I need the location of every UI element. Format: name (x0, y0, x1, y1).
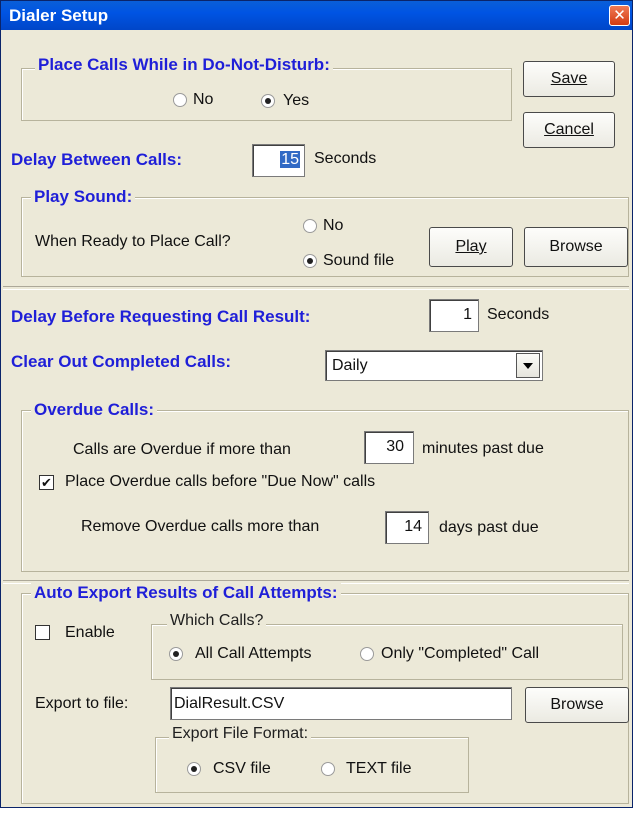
dnd-yes-label[interactable]: Yes (283, 92, 309, 110)
enable-label[interactable]: Enable (65, 624, 115, 642)
delay-calls-value: 15 (280, 151, 300, 168)
sound-file-label[interactable]: Sound file (323, 252, 394, 270)
dialer-setup-window: Dialer Setup ✕ Place Calls While in Do-N… (0, 0, 633, 808)
text-label[interactable]: TEXT file (346, 760, 412, 778)
which-calls-legend: Which Calls? (167, 612, 267, 630)
export-file-value: DialResult.CSV (174, 695, 285, 712)
overdue-group (21, 410, 629, 572)
play-sound-prompt: When Ready to Place Call? (35, 233, 231, 250)
auto-export-legend: Auto Export Results of Call Attempts: (31, 583, 341, 603)
place-before-label[interactable]: Place Overdue calls before "Due Now" cal… (65, 473, 375, 491)
chevron-down-icon[interactable] (516, 353, 540, 378)
sound-file-radio[interactable] (303, 254, 317, 268)
text-radio[interactable] (321, 762, 335, 776)
sound-no-label[interactable]: No (323, 217, 343, 235)
delay-result-unit: Seconds (487, 306, 550, 323)
clear-out-selected: Daily (332, 357, 368, 374)
sound-no-radio[interactable] (303, 219, 317, 233)
csv-label[interactable]: CSV file (213, 760, 271, 778)
dnd-legend: Place Calls While in Do-Not-Disturb: (35, 55, 333, 75)
remove-days-input[interactable]: 14 (385, 511, 429, 544)
export-browse-button[interactable]: Browse (525, 687, 629, 723)
cancel-button[interactable]: Cancel (523, 112, 615, 148)
save-button-label: Save (550, 70, 588, 87)
remove-suffix: days past due (439, 519, 539, 536)
remove-days-value: 14 (404, 518, 422, 535)
export-format-group (155, 737, 469, 793)
place-before-checkbox[interactable]: ✔ (39, 475, 54, 490)
all-calls-label[interactable]: All Call Attempts (195, 645, 311, 663)
delay-calls-label: Delay Between Calls: (11, 150, 183, 169)
delay-result-label: Delay Before Requesting Call Result: (11, 307, 311, 326)
play-sound-legend: Play Sound: (31, 187, 136, 207)
cancel-button-label: Cancel (544, 121, 594, 138)
delay-calls-unit: Seconds (314, 150, 377, 167)
delay-result-value: 1 (463, 306, 472, 323)
delay-calls-input[interactable]: 15 (252, 144, 305, 177)
enable-checkbox[interactable] (35, 625, 50, 640)
export-file-label: Export to file: (35, 695, 129, 712)
export-file-input[interactable]: DialResult.CSV (170, 687, 512, 720)
play-button-label: Play (455, 238, 487, 255)
sound-browse-button[interactable]: Browse (524, 227, 628, 267)
overdue-minutes-input[interactable]: 30 (364, 431, 414, 464)
separator (3, 286, 629, 290)
sound-browse-button-label: Browse (549, 238, 603, 255)
window-title: Dialer Setup (9, 6, 109, 25)
overdue-minutes-value: 30 (386, 438, 404, 455)
save-button[interactable]: Save (523, 61, 615, 97)
export-format-legend: Export File Format: (169, 725, 312, 743)
dnd-yes-radio[interactable] (261, 94, 275, 108)
completed-calls-label[interactable]: Only "Completed" Call (381, 645, 539, 663)
overdue-legend: Overdue Calls: (31, 400, 157, 420)
dnd-no-radio[interactable] (173, 93, 187, 107)
csv-radio[interactable] (187, 762, 201, 776)
close-icon[interactable]: ✕ (609, 5, 630, 26)
play-button[interactable]: Play (429, 227, 513, 267)
delay-result-input[interactable]: 1 (429, 299, 479, 332)
clear-out-label: Clear Out Completed Calls: (11, 352, 232, 371)
export-browse-button-label: Browse (550, 696, 604, 713)
clear-out-select[interactable]: Daily (325, 350, 543, 381)
completed-calls-radio[interactable] (360, 647, 374, 661)
remove-prefix: Remove Overdue calls more than (81, 518, 320, 535)
overdue-prefix: Calls are Overdue if more than (73, 441, 291, 458)
dnd-no-label[interactable]: No (193, 91, 213, 109)
overdue-suffix: minutes past due (422, 440, 544, 457)
title-bar[interactable]: Dialer Setup ✕ (1, 1, 632, 30)
all-calls-radio[interactable] (169, 647, 183, 661)
